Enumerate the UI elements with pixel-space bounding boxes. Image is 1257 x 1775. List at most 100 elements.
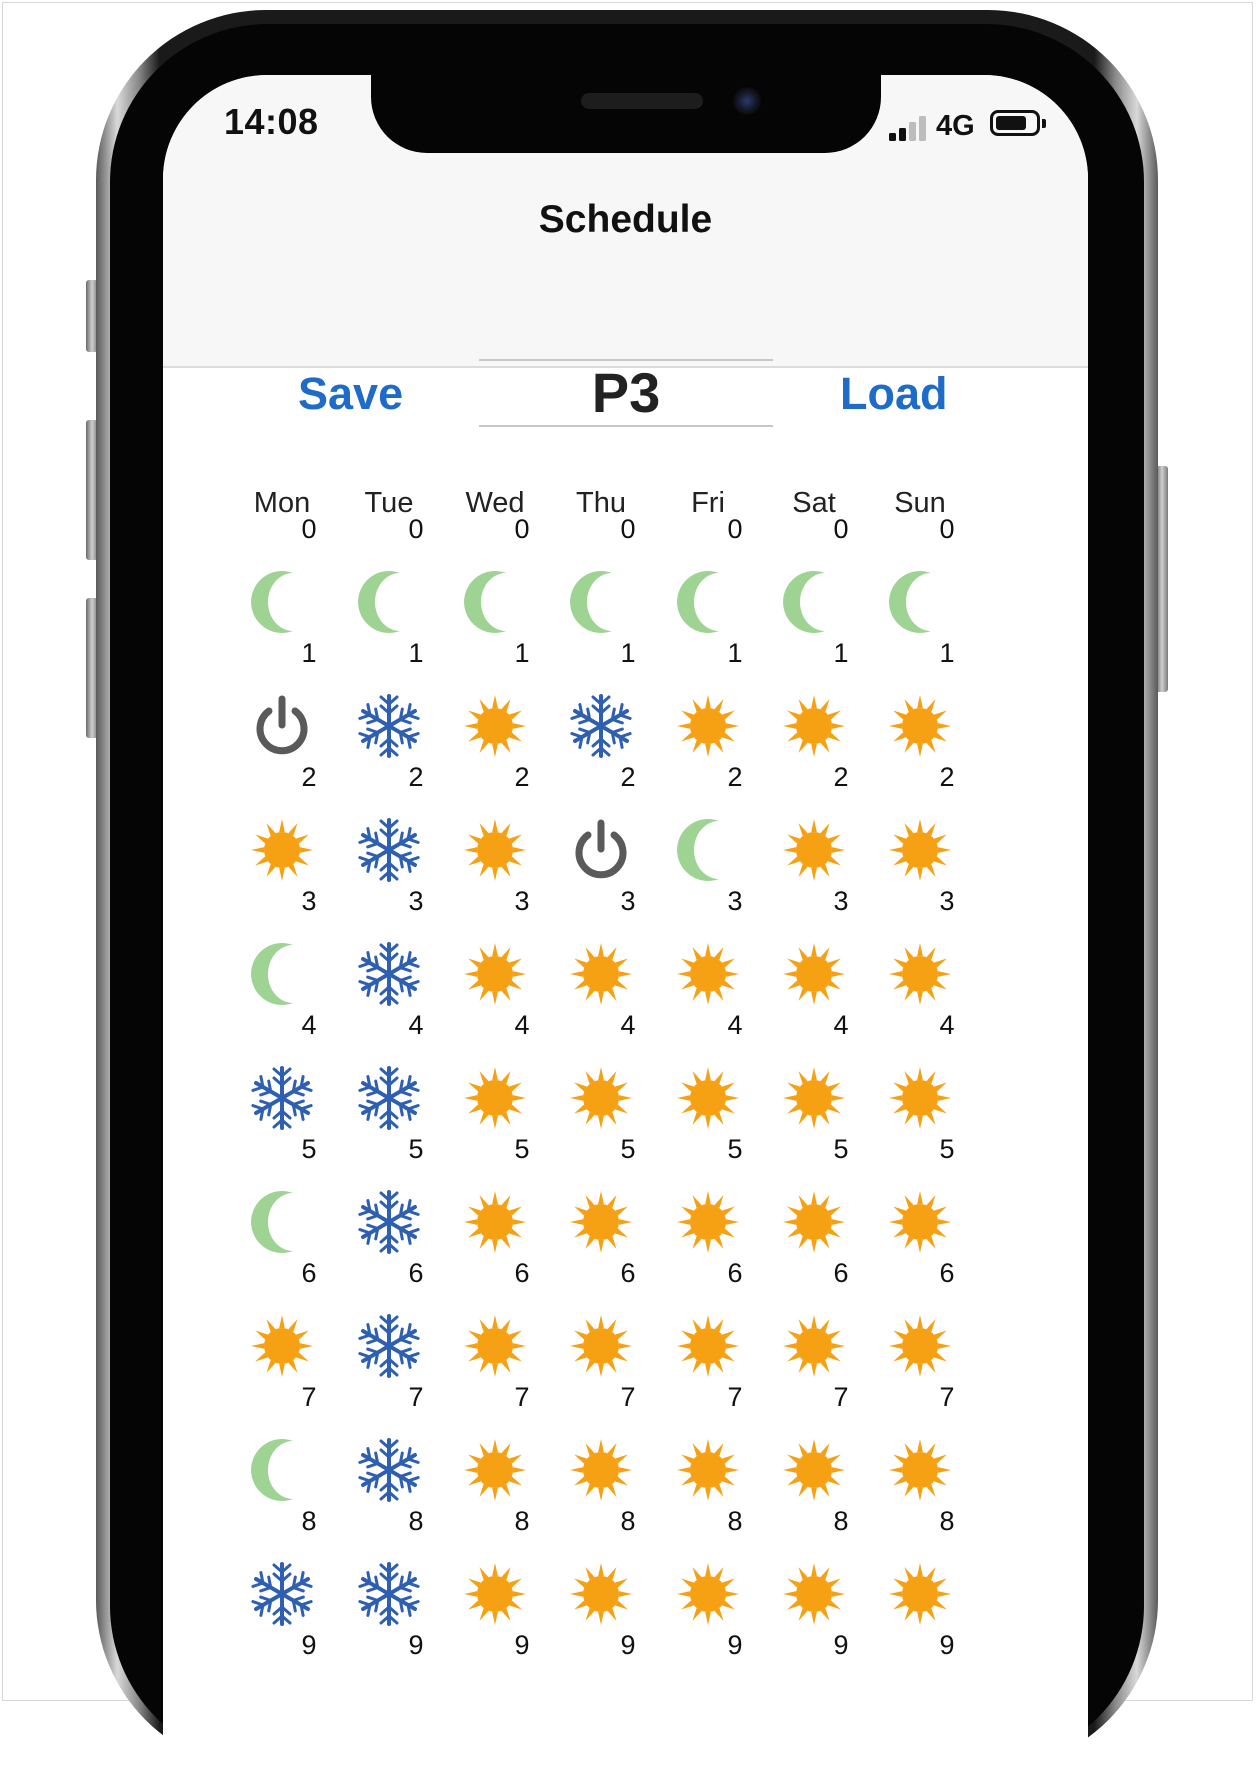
- schedule-slot-sat-4[interactable]: [779, 1063, 849, 1133]
- sun-icon: [779, 1187, 849, 1257]
- schedule-slot-sat-2[interactable]: [779, 815, 849, 885]
- hour-label: 2: [408, 762, 424, 792]
- hour-label: 6: [408, 1258, 424, 1288]
- sun-icon: [779, 1435, 849, 1505]
- schedule-slot-wed-8[interactable]: [460, 1559, 530, 1629]
- schedule-slot-sat-6[interactable]: [779, 1311, 849, 1381]
- schedule-slot-sun-6[interactable]: [885, 1311, 955, 1381]
- schedule-slot-sun-5[interactable]: [885, 1187, 955, 1257]
- schedule-slot-thu-3[interactable]: [566, 939, 636, 1009]
- schedule-slot-sat-7[interactable]: [779, 1435, 849, 1505]
- hour-label: 1: [301, 638, 317, 668]
- hour-label: 0: [408, 514, 424, 544]
- schedule-slot-fri-7[interactable]: [673, 1435, 743, 1505]
- network-type: 4G: [936, 110, 975, 142]
- hour-label: 3: [620, 886, 636, 916]
- hour-label: 6: [514, 1258, 530, 1288]
- schedule-slot-mon-3[interactable]: [247, 939, 317, 1009]
- load-button[interactable]: Load: [840, 368, 948, 420]
- schedule-slot-thu-6[interactable]: [566, 1311, 636, 1381]
- schedule-slot-mon-6[interactable]: [247, 1311, 317, 1381]
- schedule-slot-sun-1[interactable]: [885, 691, 955, 761]
- schedule-slot-mon-7[interactable]: [247, 1435, 317, 1505]
- schedule-slot-sun-8[interactable]: [885, 1559, 955, 1629]
- schedule-slot-wed-3[interactable]: [460, 939, 530, 1009]
- schedule-slot-tue-3[interactable]: [354, 939, 424, 1009]
- schedule-slot-thu-2[interactable]: [566, 815, 636, 885]
- schedule-slot-sun-4[interactable]: [885, 1063, 955, 1133]
- schedule-slot-fri-0[interactable]: [673, 567, 743, 637]
- schedule-slot-wed-5[interactable]: [460, 1187, 530, 1257]
- schedule-slot-thu-5[interactable]: [566, 1187, 636, 1257]
- hour-label: 2: [727, 762, 743, 792]
- sun-icon: [673, 1311, 743, 1381]
- schedule-slot-fri-2[interactable]: [673, 815, 743, 885]
- schedule-slot-wed-6[interactable]: [460, 1311, 530, 1381]
- moon-icon: [247, 939, 317, 1009]
- schedule-slot-wed-7[interactable]: [460, 1435, 530, 1505]
- schedule-slot-tue-5[interactable]: [354, 1187, 424, 1257]
- schedule-slot-tue-8[interactable]: [354, 1559, 424, 1629]
- signal-icon: [889, 115, 929, 141]
- program-field[interactable]: P3: [479, 359, 773, 427]
- hour-label: 5: [301, 1134, 317, 1164]
- hour-label: 0: [833, 514, 849, 544]
- hour-label: 6: [620, 1258, 636, 1288]
- save-button[interactable]: Save: [298, 368, 403, 420]
- schedule-slot-thu-8[interactable]: [566, 1559, 636, 1629]
- schedule-slot-sat-1[interactable]: [779, 691, 849, 761]
- schedule-slot-tue-2[interactable]: [354, 815, 424, 885]
- schedule-slot-sun-0[interactable]: [885, 567, 955, 637]
- snowflake-icon: [354, 1311, 424, 1381]
- schedule-slot-thu-1[interactable]: [566, 691, 636, 761]
- hour-label: 0: [727, 514, 743, 544]
- hour-label: 9: [301, 1630, 317, 1660]
- hour-label: 6: [727, 1258, 743, 1288]
- schedule-slot-tue-4[interactable]: [354, 1063, 424, 1133]
- schedule-slot-thu-7[interactable]: [566, 1435, 636, 1505]
- schedule-slot-fri-8[interactable]: [673, 1559, 743, 1629]
- schedule-slot-wed-1[interactable]: [460, 691, 530, 761]
- schedule-slot-thu-0[interactable]: [566, 567, 636, 637]
- sun-icon: [673, 1559, 743, 1629]
- moon-icon: [247, 1435, 317, 1505]
- sun-icon: [779, 1559, 849, 1629]
- schedule-slot-tue-0[interactable]: [354, 567, 424, 637]
- schedule-slot-mon-2[interactable]: [247, 815, 317, 885]
- moon-icon: [566, 567, 636, 637]
- schedule-slot-fri-3[interactable]: [673, 939, 743, 1009]
- schedule-slot-tue-1[interactable]: [354, 691, 424, 761]
- schedule-slot-wed-4[interactable]: [460, 1063, 530, 1133]
- earpiece-speaker: [581, 93, 703, 109]
- schedule-slot-sat-5[interactable]: [779, 1187, 849, 1257]
- schedule-slot-sun-2[interactable]: [885, 815, 955, 885]
- sun-icon: [566, 1187, 636, 1257]
- schedule-slot-fri-1[interactable]: [673, 691, 743, 761]
- schedule-slot-mon-1[interactable]: [247, 691, 317, 761]
- schedule-slot-thu-4[interactable]: [566, 1063, 636, 1133]
- hour-label: 9: [939, 1630, 955, 1660]
- schedule-slot-wed-0[interactable]: [460, 567, 530, 637]
- schedule-slot-sat-3[interactable]: [779, 939, 849, 1009]
- hour-label: 9: [408, 1630, 424, 1660]
- front-camera: [733, 87, 761, 115]
- schedule-slot-fri-4[interactable]: [673, 1063, 743, 1133]
- sun-icon: [673, 1063, 743, 1133]
- schedule-slot-tue-7[interactable]: [354, 1435, 424, 1505]
- schedule-slot-fri-6[interactable]: [673, 1311, 743, 1381]
- schedule-slot-sun-3[interactable]: [885, 939, 955, 1009]
- hour-label: 2: [833, 762, 849, 792]
- schedule-slot-wed-2[interactable]: [460, 815, 530, 885]
- schedule-slot-sun-7[interactable]: [885, 1435, 955, 1505]
- sun-icon: [460, 1187, 530, 1257]
- hour-label: 1: [939, 638, 955, 668]
- schedule-slot-sat-8[interactable]: [779, 1559, 849, 1629]
- schedule-slot-sat-0[interactable]: [779, 567, 849, 637]
- schedule-slot-mon-4[interactable]: [247, 1063, 317, 1133]
- schedule-slot-fri-5[interactable]: [673, 1187, 743, 1257]
- schedule-slot-tue-6[interactable]: [354, 1311, 424, 1381]
- schedule-slot-mon-8[interactable]: [247, 1559, 317, 1629]
- schedule-slot-mon-0[interactable]: [247, 567, 317, 637]
- schedule-slot-mon-5[interactable]: [247, 1187, 317, 1257]
- hour-label: 5: [939, 1134, 955, 1164]
